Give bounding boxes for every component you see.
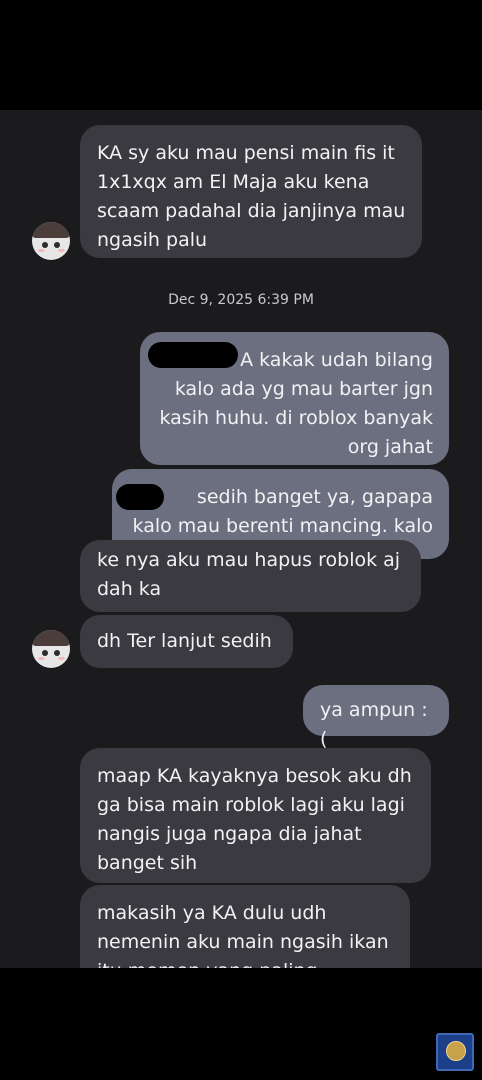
contact-avatar-icon[interactable] xyxy=(32,222,70,260)
redaction-mark xyxy=(116,484,164,510)
message-incoming[interactable]: maap KA kayaknya besok aku dh ga bisa ma… xyxy=(80,748,431,883)
message-incoming[interactable]: ke nya aku mau hapus roblok aj dah ka xyxy=(80,540,421,612)
message-incoming[interactable]: makasih ya KA dulu udh nemenin aku main … xyxy=(80,885,410,968)
message-timestamp: Dec 9, 2025 6:39 PM xyxy=(168,292,314,308)
chat-thread[interactable]: KA sy aku mau pensi main fis it 1x1xqx a… xyxy=(0,110,482,968)
logo-icon xyxy=(436,1033,474,1071)
message-outgoing[interactable]: ya ampun :( xyxy=(303,685,449,750)
message-incoming[interactable]: dh Ter lanjut sedih xyxy=(80,615,293,668)
contact-avatar-icon[interactable] xyxy=(32,630,70,668)
message-incoming[interactable]: KA sy aku mau pensi main fis it 1x1xqx a… xyxy=(80,125,422,258)
redaction-mark xyxy=(148,342,238,368)
